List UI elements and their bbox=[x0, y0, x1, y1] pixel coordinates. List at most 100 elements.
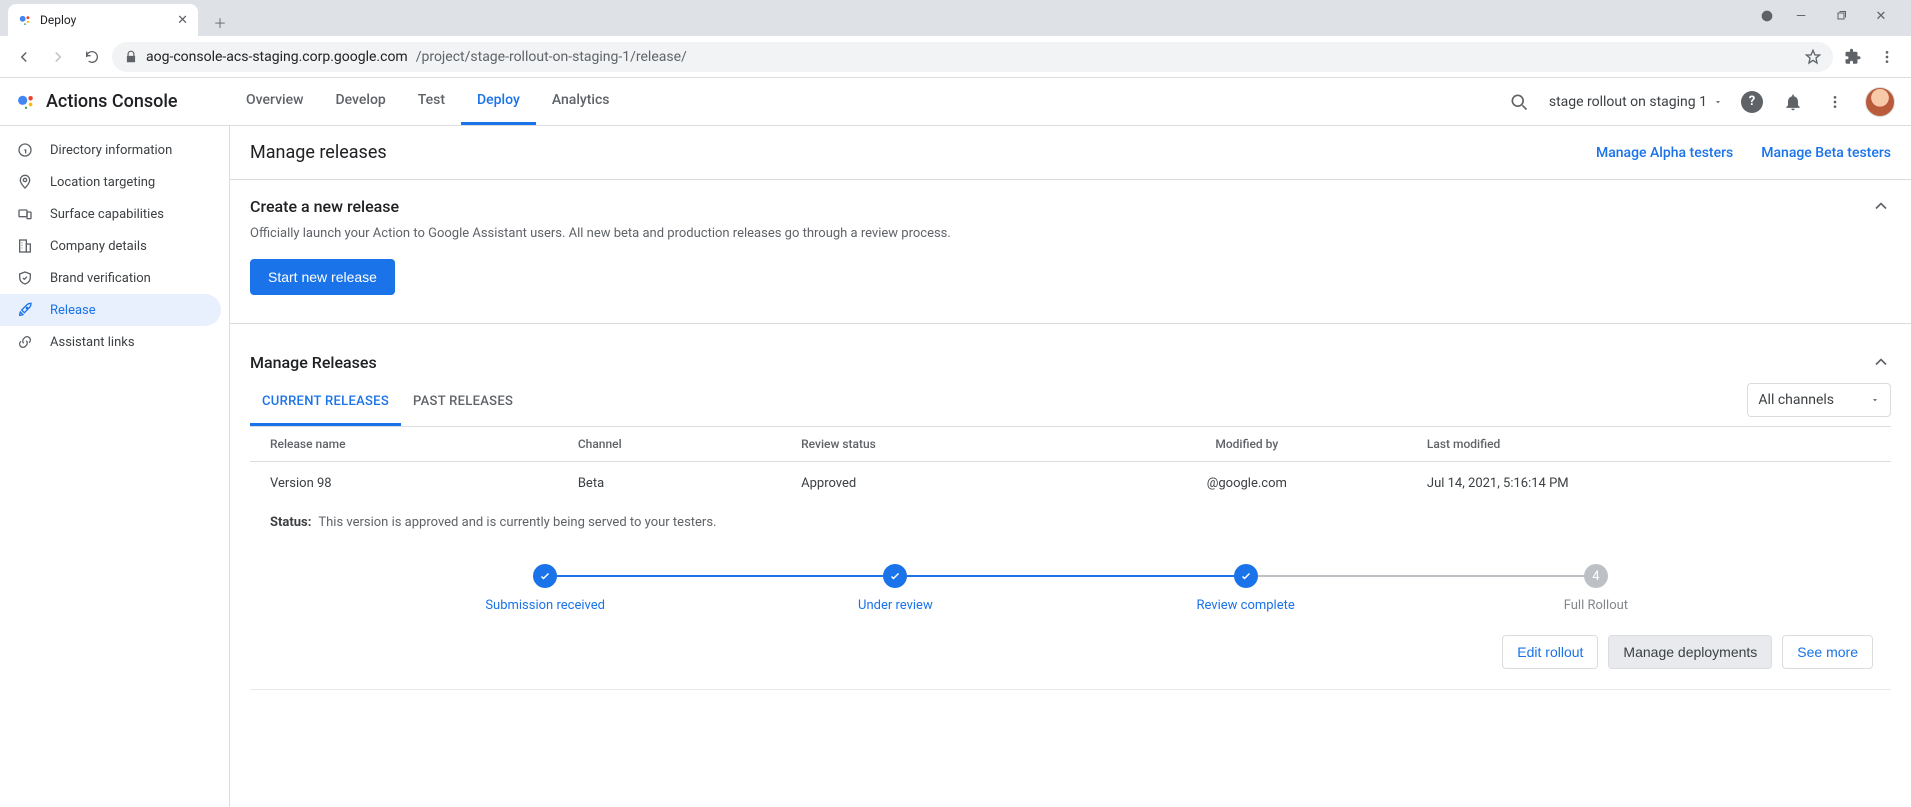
tab-deploy[interactable]: Deploy bbox=[461, 78, 536, 125]
collapse-icon[interactable] bbox=[1871, 196, 1891, 216]
step-full-rollout: 4 Full Rollout bbox=[1421, 564, 1771, 613]
assistant-icon bbox=[16, 92, 36, 112]
collapse-icon[interactable] bbox=[1871, 352, 1891, 372]
sidebar-item-links[interactable]: Assistant links bbox=[0, 326, 221, 358]
manage-deployments-button[interactable]: Manage deployments bbox=[1608, 635, 1772, 669]
col-modified-by: Modified by bbox=[1087, 427, 1407, 462]
reload-button[interactable] bbox=[78, 43, 106, 71]
releases-table: Release name Channel Review status Modif… bbox=[250, 427, 1891, 505]
sidebar-item-directory[interactable]: Directory information bbox=[0, 134, 221, 166]
app-header: Actions Console Overview Develop Test De… bbox=[0, 78, 1911, 126]
content: Manage releases Manage Alpha testers Man… bbox=[230, 126, 1911, 807]
app-logo[interactable]: Actions Console bbox=[16, 91, 230, 112]
tab-test[interactable]: Test bbox=[402, 78, 461, 125]
col-review-status: Review status bbox=[781, 427, 1087, 462]
sidebar-item-label: Brand verification bbox=[50, 271, 151, 286]
sidebar-item-location[interactable]: Location targeting bbox=[0, 166, 221, 198]
tab-current-releases[interactable]: CURRENT RELEASES bbox=[250, 380, 401, 426]
rocket-icon bbox=[16, 302, 34, 318]
sidebar-item-label: Company details bbox=[50, 239, 147, 254]
col-channel: Channel bbox=[558, 427, 781, 462]
sidebar-item-label: Surface capabilities bbox=[50, 207, 164, 222]
help-icon[interactable]: ? bbox=[1741, 91, 1763, 113]
tab-analytics[interactable]: Analytics bbox=[536, 78, 626, 125]
create-release-section: Create a new release Officially launch y… bbox=[230, 180, 1911, 324]
location-icon bbox=[16, 174, 34, 190]
url-path: /project/stage-rollout-on-staging-1/rele… bbox=[416, 49, 687, 65]
status-row: Status: This version is approved and is … bbox=[250, 505, 1891, 540]
extensions-icon[interactable] bbox=[1839, 43, 1867, 71]
channel-filter[interactable]: All channels bbox=[1747, 383, 1891, 417]
manage-beta-link[interactable]: Manage Beta testers bbox=[1761, 145, 1891, 161]
lock-icon bbox=[124, 50, 138, 64]
sidebar-item-company[interactable]: Company details bbox=[0, 230, 221, 262]
sidebar-item-label: Directory information bbox=[50, 143, 172, 158]
incognito-icon bbox=[1759, 8, 1775, 24]
step-review-complete: Review complete bbox=[1071, 564, 1421, 613]
link-icon bbox=[16, 334, 34, 350]
window-restore-icon[interactable] bbox=[1827, 2, 1855, 30]
tab-develop[interactable]: Develop bbox=[319, 78, 401, 125]
col-last-modified: Last modified bbox=[1407, 427, 1891, 462]
star-icon[interactable] bbox=[1805, 49, 1821, 65]
sidebar-item-release[interactable]: Release bbox=[0, 294, 221, 326]
manage-releases-section: Manage Releases CURRENT RELEASES PAST RE… bbox=[230, 324, 1911, 690]
table-row[interactable]: Version 98 Beta Approved @google.com Jul… bbox=[250, 462, 1891, 506]
browser-tab[interactable]: Deploy ✕ bbox=[8, 4, 198, 36]
tab-strip: Deploy ✕ ＋ — ✕ bbox=[0, 0, 1911, 36]
release-tabs: CURRENT RELEASES PAST RELEASES All chann… bbox=[250, 380, 1891, 427]
dropdown-icon bbox=[1713, 97, 1723, 107]
tab-overview[interactable]: Overview bbox=[230, 78, 319, 125]
tab-past-releases[interactable]: PAST RELEASES bbox=[401, 380, 525, 426]
assistant-icon bbox=[18, 13, 32, 27]
check-icon bbox=[1234, 564, 1258, 588]
shield-icon bbox=[16, 270, 34, 286]
sidebar-item-surface[interactable]: Surface capabilities bbox=[0, 198, 221, 230]
cell-review-status: Approved bbox=[781, 462, 1087, 506]
step-label: Full Rollout bbox=[1421, 598, 1771, 613]
dropdown-icon bbox=[1870, 395, 1880, 405]
sidebar-item-brand[interactable]: Brand verification bbox=[0, 262, 221, 294]
back-button[interactable] bbox=[10, 43, 38, 71]
chrome-menu-icon[interactable] bbox=[1873, 43, 1901, 71]
main: Directory information Location targeting… bbox=[0, 126, 1911, 807]
address-bar[interactable]: aog-console-acs-staging.corp.google.com /… bbox=[112, 42, 1833, 72]
window-close-icon[interactable]: ✕ bbox=[1867, 2, 1895, 30]
new-tab-button[interactable]: ＋ bbox=[206, 8, 234, 36]
project-selector[interactable]: stage rollout on staging 1 bbox=[1549, 94, 1723, 110]
close-icon[interactable]: ✕ bbox=[177, 13, 188, 28]
address-row: aog-console-acs-staging.corp.google.com /… bbox=[0, 36, 1911, 78]
check-icon bbox=[533, 564, 557, 588]
devices-icon bbox=[16, 206, 34, 222]
browser-tab-title: Deploy bbox=[40, 13, 76, 27]
window-minimize-icon[interactable]: — bbox=[1787, 2, 1815, 30]
step-label: Under review bbox=[720, 598, 1070, 613]
bell-icon[interactable] bbox=[1781, 90, 1805, 114]
step-number: 4 bbox=[1584, 564, 1608, 588]
create-release-subtext: Officially launch your Action to Google … bbox=[250, 226, 1891, 241]
see-more-button[interactable]: See more bbox=[1782, 635, 1873, 669]
more-icon[interactable] bbox=[1823, 90, 1847, 114]
step-submission-received: Submission received bbox=[370, 564, 720, 613]
page-title-section: Manage releases Manage Alpha testers Man… bbox=[230, 126, 1911, 180]
manage-alpha-link[interactable]: Manage Alpha testers bbox=[1596, 145, 1733, 161]
sidebar-item-label: Release bbox=[50, 303, 96, 318]
row-actions: Edit rollout Manage deployments See more bbox=[250, 621, 1891, 690]
avatar[interactable] bbox=[1865, 87, 1895, 117]
check-icon bbox=[883, 564, 907, 588]
status-label: Status: bbox=[270, 515, 311, 530]
review-stepper: Submission received Under review Review … bbox=[250, 540, 1891, 621]
step-label: Review complete bbox=[1071, 598, 1421, 613]
forward-button[interactable] bbox=[44, 43, 72, 71]
search-icon[interactable] bbox=[1507, 90, 1531, 114]
cell-release-name: Version 98 bbox=[250, 462, 558, 506]
edit-rollout-button[interactable]: Edit rollout bbox=[1502, 635, 1598, 669]
cell-last-modified: Jul 14, 2021, 5:16:14 PM bbox=[1407, 462, 1891, 506]
url-domain: aog-console-acs-staging.corp.google.com bbox=[146, 49, 408, 65]
sidebar-item-label: Assistant links bbox=[50, 335, 135, 350]
start-release-button[interactable]: Start new release bbox=[250, 259, 395, 295]
cell-channel: Beta bbox=[558, 462, 781, 506]
info-icon bbox=[16, 142, 34, 158]
building-icon bbox=[16, 238, 34, 254]
status-text: This version is approved and is currentl… bbox=[318, 515, 716, 530]
